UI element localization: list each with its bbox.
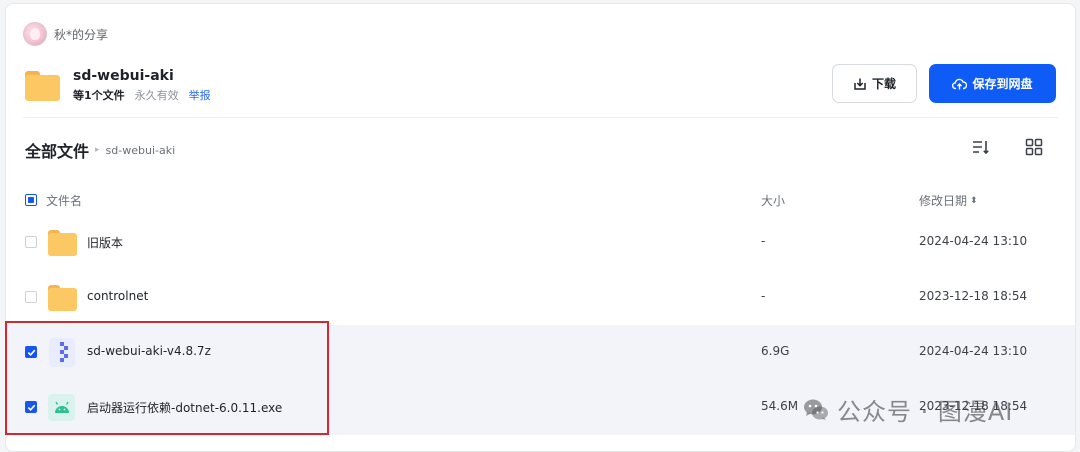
sort-list-icon[interactable]	[971, 138, 989, 156]
folder-icon	[25, 70, 60, 101]
folder-icon	[48, 228, 77, 257]
sort-arrows-icon: ⬍	[970, 195, 978, 206]
table-row[interactable]: controlnet - 2023-12-18 18:54	[6, 270, 1075, 325]
file-size: -	[761, 234, 766, 248]
file-date: 2023-12-18 18:54	[919, 289, 1028, 303]
cloud-upload-icon	[952, 78, 968, 89]
report-link[interactable]: 举报	[189, 89, 211, 103]
zip-archive-icon	[48, 338, 77, 367]
row-checkbox[interactable]	[25, 346, 37, 358]
folder-icon	[48, 283, 77, 312]
breadcrumb-current: sd-webui-aki	[105, 143, 176, 157]
file-name[interactable]: sd-webui-aki-v4.8.7z	[87, 344, 211, 358]
file-size: 54.6M	[761, 399, 799, 413]
file-date: 2024-04-24 13:10	[919, 344, 1028, 358]
column-name[interactable]: 文件名	[46, 192, 82, 209]
column-date[interactable]: 修改日期 ⬍	[919, 192, 978, 209]
row-checkbox[interactable]	[25, 401, 37, 413]
save-label: 保存到网盘	[972, 77, 1033, 91]
table-row[interactable]: 旧版本 - 2024-04-24 13:10	[6, 215, 1075, 270]
breadcrumb-separator: ▸	[95, 145, 100, 155]
breadcrumb-root[interactable]: 全部文件	[25, 138, 89, 162]
select-all-checkbox[interactable]	[25, 194, 37, 206]
row-checkbox[interactable]	[25, 291, 37, 303]
view-controls	[971, 138, 1043, 156]
column-size[interactable]: 大小	[761, 192, 785, 209]
share-panel: 秋*的分享 sd-webui-aki 等1个文件 永久有效 举报 下载 保存到网…	[5, 3, 1076, 452]
sharer-info: 秋*的分享	[23, 22, 108, 46]
table-row[interactable]: 启动器运行依赖-dotnet-6.0.11.exe 54.6M 2023-12-…	[6, 380, 1075, 435]
file-date: 2024-04-24 13:10	[919, 234, 1028, 248]
file-count: 等1个文件	[73, 89, 125, 102]
download-label: 下载	[871, 77, 896, 91]
file-size: -	[761, 289, 766, 303]
android-app-icon	[48, 393, 77, 422]
validity-label: 永久有效	[134, 89, 179, 102]
download-button[interactable]: 下载	[832, 64, 917, 103]
table-row[interactable]: sd-webui-aki-v4.8.7z 6.9G 2024-04-24 13:…	[6, 325, 1075, 380]
share-header: sd-webui-aki 等1个文件 永久有效 举报	[25, 68, 211, 103]
breadcrumb: 全部文件 ▸ sd-webui-aki	[25, 138, 175, 162]
save-to-netdisk-button[interactable]: 保存到网盘	[929, 64, 1056, 103]
file-name[interactable]: 启动器运行依赖-dotnet-6.0.11.exe	[87, 399, 282, 416]
file-date: 2023-12-18 18:54	[919, 399, 1028, 413]
row-checkbox[interactable]	[25, 236, 37, 248]
divider	[23, 117, 1058, 118]
sharer-name: 秋*的分享	[54, 27, 109, 42]
column-date-label: 修改日期	[919, 194, 968, 208]
table-header: 文件名 大小 修改日期 ⬍	[25, 191, 1065, 211]
file-size: 6.9G	[761, 344, 790, 358]
file-name[interactable]: 旧版本	[87, 234, 123, 251]
share-title: sd-webui-aki	[73, 68, 174, 84]
file-name[interactable]: controlnet	[87, 289, 148, 303]
download-icon	[854, 78, 866, 90]
grid-view-icon[interactable]	[1025, 138, 1043, 156]
avatar[interactable]	[23, 22, 47, 46]
